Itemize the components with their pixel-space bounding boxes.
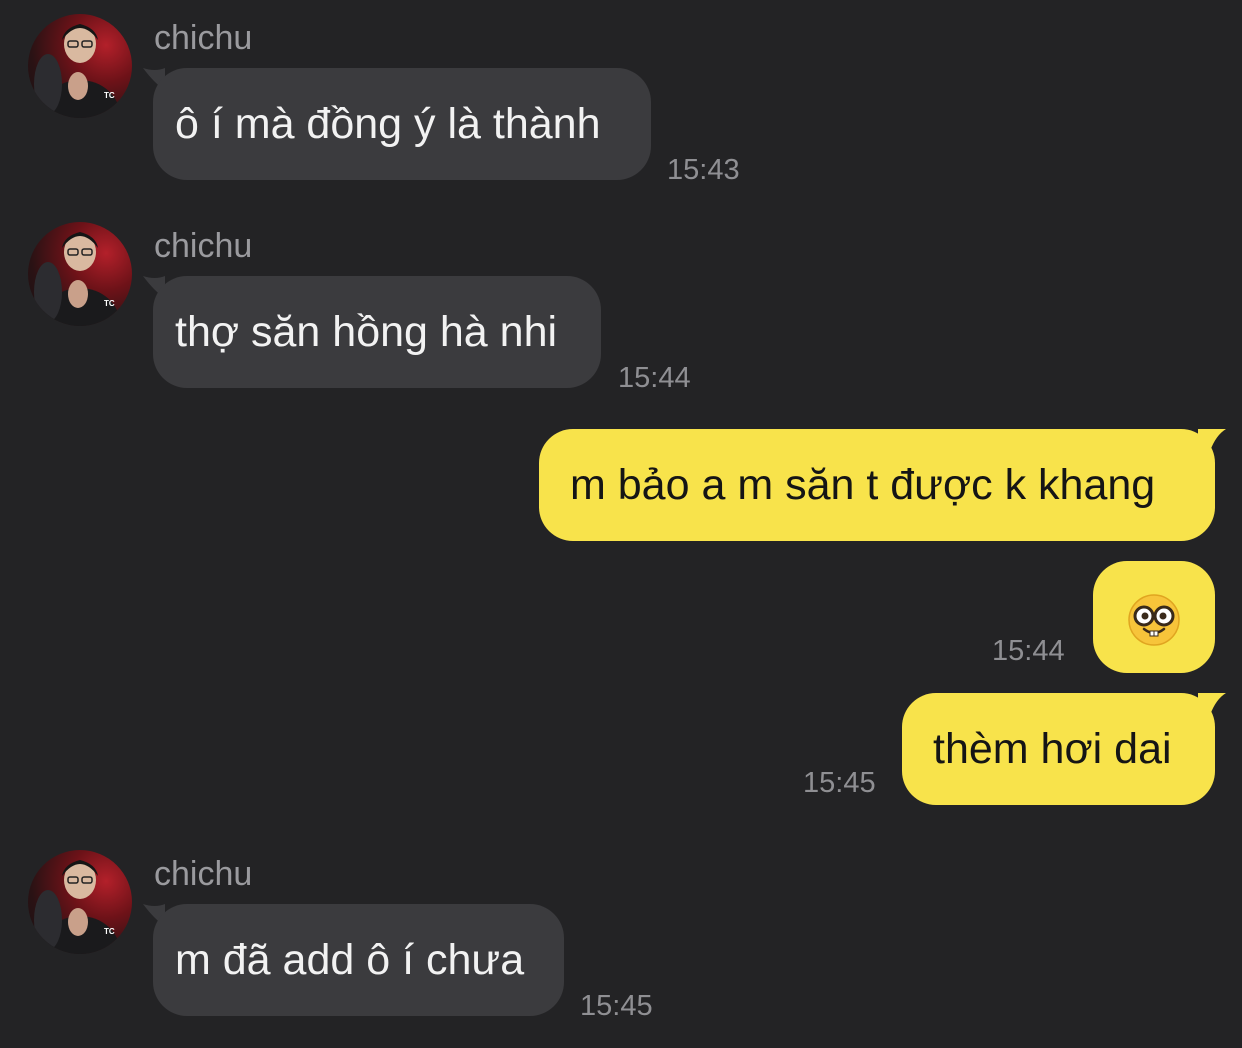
sender-name: chichu: [154, 19, 253, 57]
message-timestamp: 15:45: [803, 767, 876, 799]
message-timestamp: 15:45: [580, 990, 653, 1022]
chat-thread: TC chichu ô í mà đồng ý là thành 15:43 T…: [0, 0, 1242, 1048]
message-bubble[interactable]: [1093, 561, 1215, 673]
avatar-photo: TC: [34, 860, 120, 954]
avatar[interactable]: TC: [28, 850, 132, 954]
message-timestamp: 15:44: [992, 635, 1065, 667]
svg-text:TC: TC: [104, 299, 115, 308]
bubble-tail: [1198, 693, 1226, 715]
sender-name: chichu: [154, 227, 253, 265]
bubble-tail: [1198, 429, 1226, 451]
nerd-face-emoji-icon: [1128, 593, 1180, 646]
avatar-photo: TC: [34, 24, 120, 118]
message-timestamp: 15:44: [618, 362, 691, 394]
message-bubble[interactable]: thợ săn hồng hà nhi: [153, 276, 601, 388]
sender-name: chichu: [154, 855, 253, 893]
avatar[interactable]: TC: [28, 14, 132, 118]
message-bubble[interactable]: ô í mà đồng ý là thành: [153, 68, 651, 180]
avatar-photo: TC: [34, 232, 120, 326]
message-bubble[interactable]: m bảo a m săn t được k khang: [539, 429, 1215, 541]
avatar[interactable]: TC: [28, 222, 132, 326]
message-bubble[interactable]: thèm hơi dai: [902, 693, 1215, 805]
svg-text:TC: TC: [104, 91, 115, 100]
message-timestamp: 15:43: [667, 154, 740, 186]
svg-text:TC: TC: [104, 927, 115, 936]
message-bubble[interactable]: m đã add ô í chưa: [153, 904, 564, 1016]
